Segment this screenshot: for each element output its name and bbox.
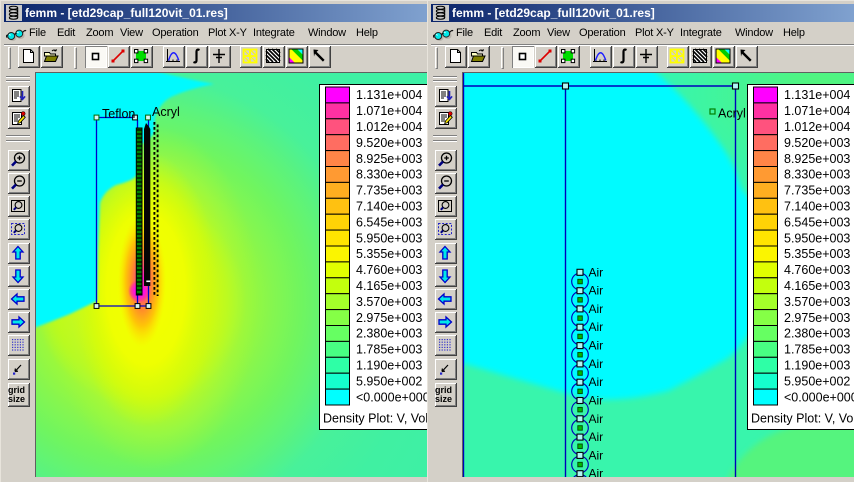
svg-text:Air: Air xyxy=(589,339,604,353)
svg-text:7.735e+003: 7.735e+003 xyxy=(784,184,850,198)
svg-text:Air: Air xyxy=(589,265,604,279)
svg-text:5.950e+003: 5.950e+003 xyxy=(356,231,422,245)
svg-text:Air: Air xyxy=(589,394,604,408)
svg-text:4.165e+003: 4.165e+003 xyxy=(784,279,850,293)
svg-text:1.785e+003: 1.785e+003 xyxy=(784,343,850,357)
svg-text:8.925e+003: 8.925e+003 xyxy=(784,152,850,166)
svg-text:Air: Air xyxy=(589,467,604,477)
svg-text:9.520e+003: 9.520e+003 xyxy=(784,136,850,150)
svg-text:8.925e+003: 8.925e+003 xyxy=(356,152,422,166)
svg-text:8.330e+003: 8.330e+003 xyxy=(784,168,850,182)
svg-text:<0.000e+000: <0.000e+000 xyxy=(356,390,430,404)
svg-text:Density Plot: V, Volts: Density Plot: V, Volts xyxy=(751,412,854,426)
svg-text:5.355e+003: 5.355e+003 xyxy=(356,247,422,261)
svg-text:Air: Air xyxy=(589,448,604,462)
svg-text:Acryl: Acryl xyxy=(152,105,180,119)
svg-text:9.520e+003: 9.520e+003 xyxy=(356,136,422,150)
svg-text:<0.000e+000: <0.000e+000 xyxy=(784,390,854,404)
svg-text:Air: Air xyxy=(589,284,604,298)
svg-text:1.012e+004: 1.012e+004 xyxy=(784,120,850,134)
svg-text:3.570e+003: 3.570e+003 xyxy=(784,295,850,309)
svg-text:5.355e+003: 5.355e+003 xyxy=(784,247,850,261)
svg-text:4.760e+003: 4.760e+003 xyxy=(784,263,850,277)
svg-text:Air: Air xyxy=(589,375,604,389)
svg-text:1.012e+004: 1.012e+004 xyxy=(356,120,422,134)
svg-text:1.131e+004: 1.131e+004 xyxy=(356,88,422,102)
svg-text:Density Plot: V, Volts: Density Plot: V, Volts xyxy=(323,412,438,426)
svg-text:1.071e+004: 1.071e+004 xyxy=(784,104,850,118)
svg-text:1.785e+003: 1.785e+003 xyxy=(356,343,422,357)
svg-text:Teflon: Teflon xyxy=(102,107,135,121)
svg-text:Air: Air xyxy=(589,430,604,444)
svg-text:8.330e+003: 8.330e+003 xyxy=(356,168,422,182)
svg-text:Air: Air xyxy=(589,320,604,334)
svg-text:1.131e+004: 1.131e+004 xyxy=(784,88,850,102)
svg-text:7.735e+003: 7.735e+003 xyxy=(356,184,422,198)
svg-text:Air: Air xyxy=(589,357,604,371)
svg-text:2.975e+003: 2.975e+003 xyxy=(356,311,422,325)
svg-text:1.190e+003: 1.190e+003 xyxy=(356,359,422,373)
svg-text:Air: Air xyxy=(589,302,604,316)
svg-text:Acryl: Acryl xyxy=(718,107,746,121)
svg-text:1.071e+004: 1.071e+004 xyxy=(356,104,422,118)
svg-text:2.380e+003: 2.380e+003 xyxy=(784,327,850,341)
svg-text:4.760e+003: 4.760e+003 xyxy=(356,263,422,277)
svg-text:7.140e+003: 7.140e+003 xyxy=(784,200,850,214)
svg-text:5.950e+002: 5.950e+002 xyxy=(356,374,422,388)
svg-text:Air: Air xyxy=(589,412,604,426)
svg-text:2.975e+003: 2.975e+003 xyxy=(784,311,850,325)
svg-text:1.190e+003: 1.190e+003 xyxy=(784,359,850,373)
svg-text:6.545e+003: 6.545e+003 xyxy=(356,215,422,229)
svg-text:2.380e+003: 2.380e+003 xyxy=(356,327,422,341)
svg-text:4.165e+003: 4.165e+003 xyxy=(356,279,422,293)
svg-text:5.950e+002: 5.950e+002 xyxy=(784,374,850,388)
svg-text:7.140e+003: 7.140e+003 xyxy=(356,200,422,214)
svg-text:6.545e+003: 6.545e+003 xyxy=(784,215,850,229)
svg-text:5.950e+003: 5.950e+003 xyxy=(784,231,850,245)
svg-text:3.570e+003: 3.570e+003 xyxy=(356,295,422,309)
